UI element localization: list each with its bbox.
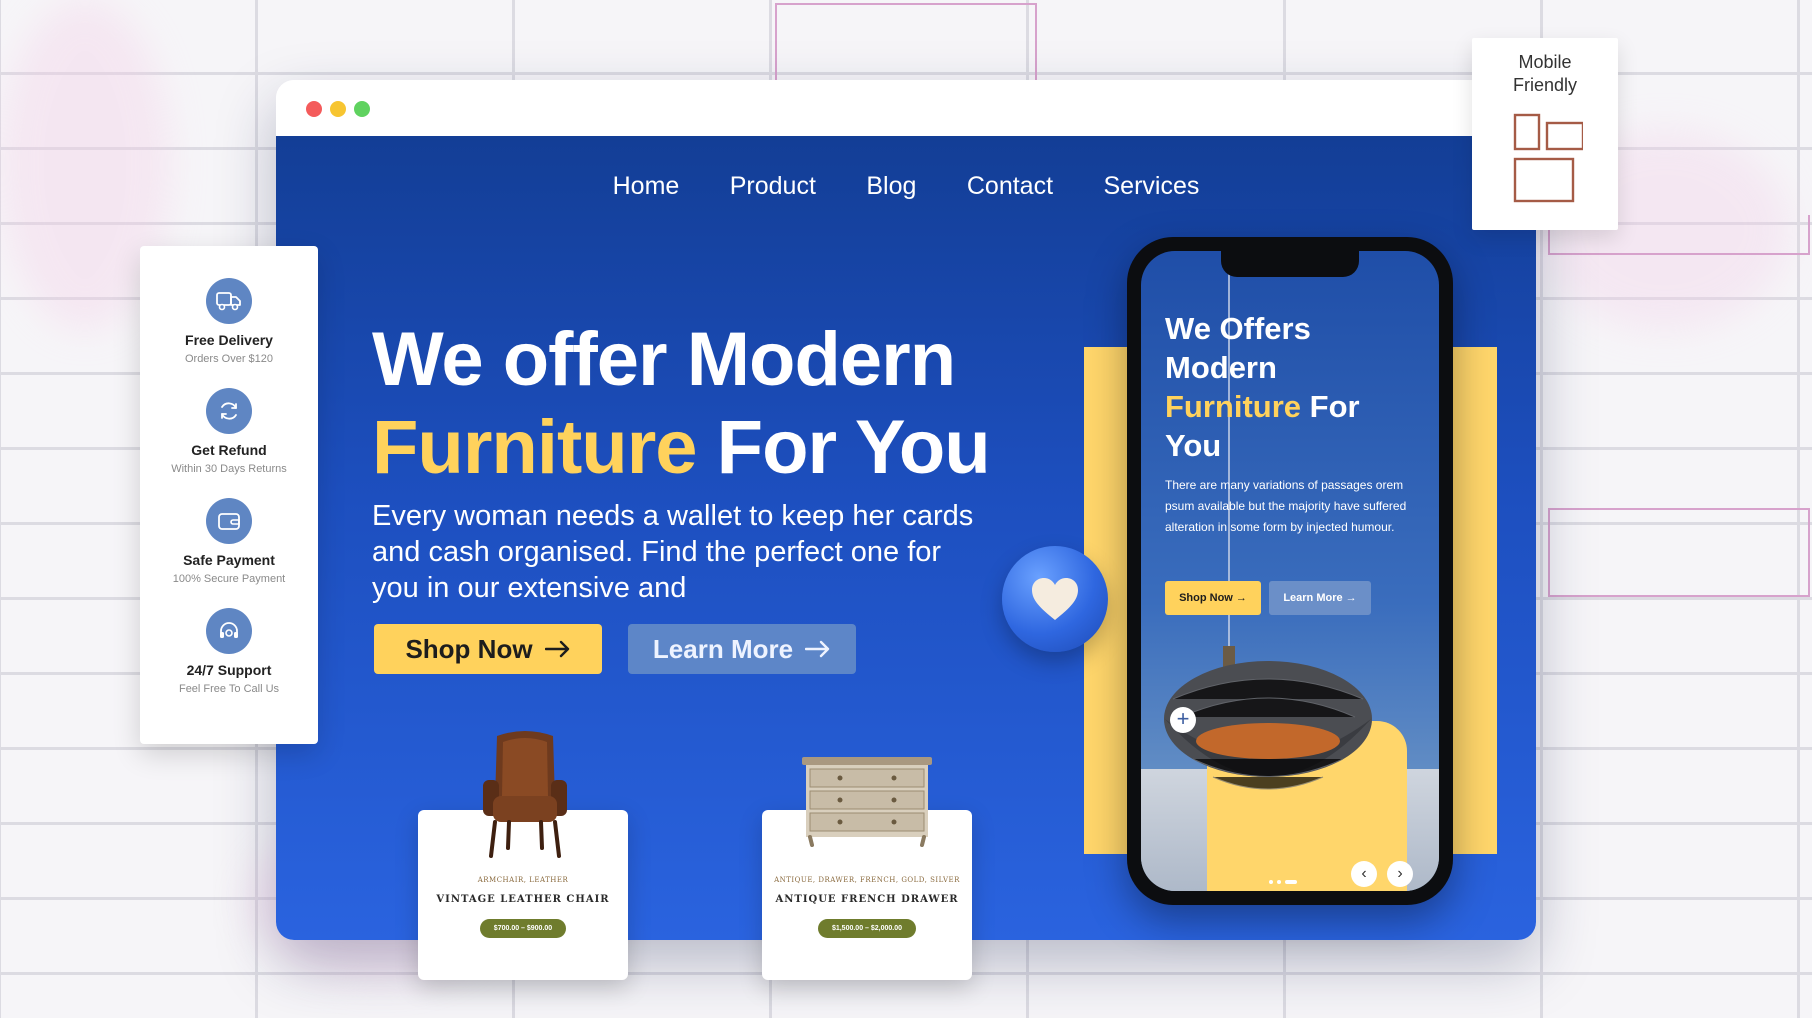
leather-chair-image — [483, 731, 567, 858]
headline-rest: For You — [696, 405, 991, 490]
heart-icon[interactable] — [1002, 546, 1108, 652]
product-price: $1,500.00 – $2,000.00 — [817, 919, 917, 938]
feature-title: 24/7 Support — [186, 662, 272, 678]
antique-drawer-image — [802, 757, 932, 847]
refresh-icon — [206, 388, 252, 434]
feature-title: Safe Payment — [183, 552, 275, 568]
headline-line1: We offer Modern — [372, 317, 956, 402]
truck-icon — [206, 278, 252, 324]
phone-description: There are many variations of passages or… — [1165, 478, 1407, 534]
feature-title: Get Refund — [191, 442, 267, 458]
headline-accent: Furniture — [372, 405, 698, 490]
learn-more-button[interactable]: Learn More — [628, 624, 856, 674]
feature-support: 24/7 Support Feel Free To Call Us — [140, 608, 318, 695]
maximize-window-button[interactable] — [354, 101, 370, 117]
phone-shop-now-button[interactable]: Shop Now → — [1165, 581, 1261, 615]
phone-headline-line1: We Offers — [1165, 311, 1311, 346]
mobile-label-line2: Friendly — [1512, 75, 1578, 95]
background-outline — [775, 3, 1037, 84]
feature-subtitle: Within 30 Days Returns — [171, 463, 287, 475]
arrow-right-icon — [544, 640, 569, 658]
nav-home[interactable]: Home — [613, 172, 680, 201]
nav-blog[interactable]: Blog — [866, 172, 916, 201]
minimize-window-button[interactable] — [330, 101, 346, 117]
chevron-left-icon[interactable]: ‹ — [1351, 861, 1377, 887]
nav-product[interactable]: Product — [730, 172, 816, 201]
arrow-right-icon — [805, 640, 830, 658]
shop-now-label: Shop Now — [405, 633, 533, 664]
phone-headline-line4: You — [1165, 428, 1222, 463]
nav-contact[interactable]: Contact — [967, 172, 1053, 201]
product-tags: ANTIQUE, DRAWER, FRENCH, GOLD, SILVER — [774, 876, 960, 884]
phone-learn-more-label: Learn More — [1283, 592, 1343, 604]
feature-free-delivery: Free Delivery Orders Over $120 — [140, 278, 318, 365]
slider-dots — [1269, 871, 1309, 884]
layout-icon — [1513, 113, 1585, 203]
background-outline — [1548, 508, 1810, 597]
chevron-right-icon[interactable]: › — [1387, 861, 1413, 887]
hero-headline: We offer Modern Furniture For You — [372, 316, 991, 492]
close-window-button[interactable] — [306, 101, 322, 117]
phone-headline-line2: Modern — [1165, 350, 1277, 385]
phone-headline-accent: Furniture — [1165, 389, 1302, 424]
phone-headline-rest: For — [1301, 389, 1360, 424]
feature-title: Free Delivery — [185, 332, 273, 348]
learn-more-label: Learn More — [652, 633, 794, 664]
hanging-chair-image — [1164, 661, 1372, 790]
feature-subtitle: 100% Secure Payment — [172, 573, 286, 585]
arrow-right-icon: → — [1235, 592, 1247, 604]
main-nav: Home Product Blog Contact Services — [276, 172, 1536, 201]
wallet-icon — [206, 498, 252, 544]
headset-icon — [206, 608, 252, 654]
phone-learn-more-button[interactable]: Learn More → — [1269, 581, 1371, 615]
features-card: Free Delivery Orders Over $120 Get Refun… — [140, 246, 318, 744]
feature-subtitle: Orders Over $120 — [184, 353, 274, 365]
feature-subtitle: Feel Free To Call Us — [178, 683, 280, 695]
plus-icon[interactable]: + — [1170, 707, 1196, 733]
phone-screen: We Offers Modern Furniture For You There… — [1141, 251, 1439, 891]
shop-now-button[interactable]: Shop Now — [374, 624, 602, 674]
product-tags: ARMCHAIR, LEATHER — [477, 876, 569, 884]
product-title: ANTIQUE FRENCH DRAWER — [775, 894, 959, 905]
hero-description: Every woman needs a wallet to keep her c… — [372, 500, 974, 604]
mobile-friendly-badge: Mobile Friendly — [1472, 38, 1618, 230]
product-title: VINTAGE LEATHER CHAIR — [436, 894, 610, 905]
feature-get-refund: Get Refund Within 30 Days Returns — [140, 388, 318, 475]
phone-mockup: We Offers Modern Furniture For You There… — [1127, 237, 1453, 905]
mobile-label-line1: Mobile — [1518, 52, 1572, 72]
product-price: $700.00 – $900.00 — [479, 919, 567, 938]
heart-shape — [1032, 578, 1078, 620]
phone-headline: We Offers Modern Furniture For You — [1165, 309, 1360, 465]
phone-notch — [1221, 251, 1359, 277]
feature-safe-payment: Safe Payment 100% Secure Payment — [140, 498, 318, 585]
mobile-friendly-label: Mobile Friendly — [1472, 51, 1618, 97]
arrow-right-icon: → — [1345, 592, 1357, 604]
nav-services[interactable]: Services — [1104, 172, 1200, 201]
browser-titlebar — [276, 80, 1536, 136]
phone-shop-now-label: Shop Now — [1179, 592, 1233, 604]
